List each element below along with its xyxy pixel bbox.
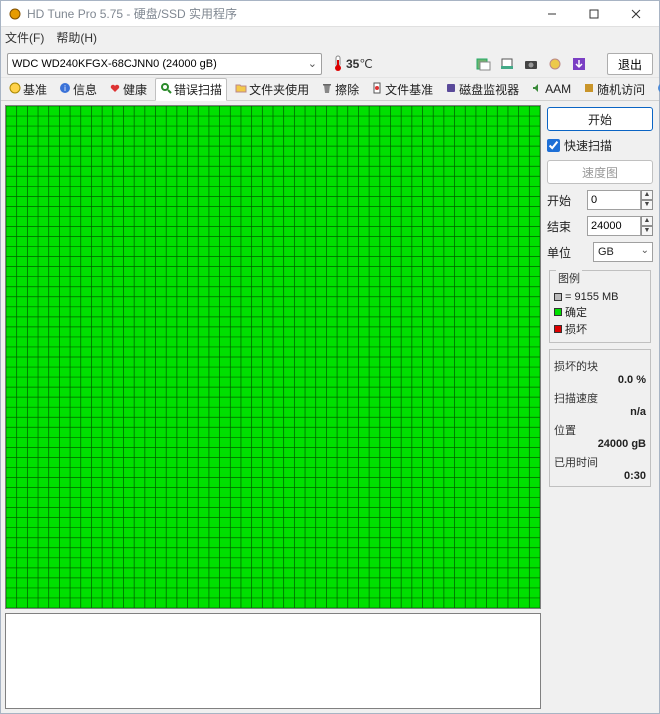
- unit-row: 单位 GB: [547, 242, 653, 262]
- quickscan-input[interactable]: [547, 139, 560, 152]
- svg-text:i: i: [64, 84, 66, 93]
- thermometer-icon: [332, 54, 344, 75]
- title-bar: HD Tune Pro 5.75 - 硬盘/SSD 实用程序: [1, 1, 659, 27]
- stat-elapsed: 已用时间 0:30: [554, 454, 646, 482]
- start-input[interactable]: [587, 190, 641, 210]
- minimize-button[interactable]: [531, 1, 573, 27]
- tab-monitor[interactable]: 磁盘监视器: [441, 79, 523, 100]
- legend-group: 图例 = 9155 MB 确定 损坏: [549, 270, 651, 343]
- end-spinner[interactable]: ▲▼: [641, 216, 653, 236]
- folder-icon: [235, 82, 247, 97]
- temperature-display: 35℃: [332, 54, 373, 75]
- screenshot-icon[interactable]: [497, 54, 517, 74]
- log-box[interactable]: [5, 613, 541, 709]
- end-field[interactable]: ▲▼: [587, 216, 653, 236]
- quickscan-checkbox[interactable]: 快速扫描: [547, 137, 653, 154]
- monitor-icon: [445, 82, 457, 97]
- camera-icon[interactable]: [521, 54, 541, 74]
- temperature-unit: ℃: [359, 57, 372, 71]
- scan-grid: [5, 105, 541, 609]
- unit-select[interactable]: GB: [593, 242, 653, 262]
- save-icon[interactable]: [569, 54, 589, 74]
- tab-aam[interactable]: AAM: [527, 80, 575, 99]
- magnifier-icon: [160, 82, 172, 97]
- start-label: 开始: [547, 192, 571, 209]
- exit-button[interactable]: 退出: [607, 53, 653, 75]
- end-row: 结束 ▲▼: [547, 216, 653, 236]
- legend-blocksize: = 9155 MB: [554, 291, 646, 303]
- stat-scan-speed: 扫描速度 n/a: [554, 390, 646, 418]
- tab-health[interactable]: 健康: [105, 79, 151, 100]
- content-area: 开始 快速扫描 速度图 开始 ▲▼ 结束 ▲▼ 单: [1, 101, 659, 713]
- tab-info[interactable]: i信息: [55, 79, 101, 100]
- stat-damaged-blocks: 损坏的块 0.0 %: [554, 358, 646, 386]
- start-button[interactable]: 开始: [547, 107, 653, 131]
- info-icon: i: [59, 82, 71, 97]
- health-icon: [109, 82, 121, 97]
- tab-filebench[interactable]: 文件基准: [367, 79, 437, 100]
- tab-benchmark[interactable]: 基准: [5, 79, 51, 100]
- speaker-icon: [531, 82, 543, 97]
- app-window: HD Tune Pro 5.75 - 硬盘/SSD 实用程序 文件(F) 帮助(…: [0, 0, 660, 714]
- menu-file[interactable]: 文件(F): [5, 29, 44, 46]
- end-input[interactable]: [587, 216, 641, 236]
- legend-ok: 确定: [554, 304, 646, 320]
- menu-bar: 文件(F) 帮助(H): [1, 27, 659, 47]
- speedmap-button[interactable]: 速度图: [547, 160, 653, 184]
- scan-grid-svg: [6, 106, 540, 608]
- drive-select-text: WDC WD240KFGX-68CJNN0 (24000 gB): [12, 58, 217, 70]
- main-toolbar: WDC WD240KFGX-68CJNN0 (24000 gB) 35℃ 退出: [1, 47, 659, 77]
- options-icon[interactable]: [545, 54, 565, 74]
- legend-title: 图例: [556, 270, 582, 286]
- start-row: 开始 ▲▼: [547, 190, 653, 210]
- legend-damaged: 损坏: [554, 321, 646, 337]
- tab-random[interactable]: 随机访问: [579, 79, 649, 100]
- temperature-value: 35: [346, 57, 359, 71]
- random-icon: [583, 82, 595, 97]
- stat-position: 位置 24000 gB: [554, 422, 646, 450]
- start-spinner[interactable]: ▲▼: [641, 190, 653, 210]
- tab-folder[interactable]: 文件夹使用: [231, 79, 313, 100]
- copy-info-icon[interactable]: [473, 54, 493, 74]
- side-panel: 开始 快速扫描 速度图 开始 ▲▼ 结束 ▲▼ 单: [545, 105, 655, 709]
- benchmark-icon: [9, 82, 21, 97]
- left-pane: [5, 105, 541, 709]
- trash-icon: [321, 82, 333, 97]
- app-icon: [7, 6, 23, 22]
- tab-erase[interactable]: 擦除: [317, 79, 363, 100]
- start-field[interactable]: ▲▼: [587, 190, 653, 210]
- unit-label: 单位: [547, 244, 571, 261]
- close-button[interactable]: [615, 1, 657, 27]
- maximize-button[interactable]: [573, 1, 615, 27]
- end-label: 结束: [547, 218, 571, 235]
- tab-extra[interactable]: 额外测试: [653, 79, 660, 100]
- tab-bar: 基准 i信息 健康 错误扫描 文件夹使用 擦除 文件基准 磁盘监视器 AAM 随…: [1, 77, 659, 101]
- window-title: HD Tune Pro 5.75 - 硬盘/SSD 实用程序: [27, 5, 237, 22]
- stats-group: 损坏的块 0.0 % 扫描速度 n/a 位置 24000 gB 已用时间 0:3…: [549, 349, 651, 487]
- file-icon: [371, 82, 383, 97]
- drive-select[interactable]: WDC WD240KFGX-68CJNN0 (24000 gB): [7, 53, 322, 75]
- tab-errorscan[interactable]: 错误扫描: [155, 78, 227, 101]
- menu-help[interactable]: 帮助(H): [56, 29, 97, 46]
